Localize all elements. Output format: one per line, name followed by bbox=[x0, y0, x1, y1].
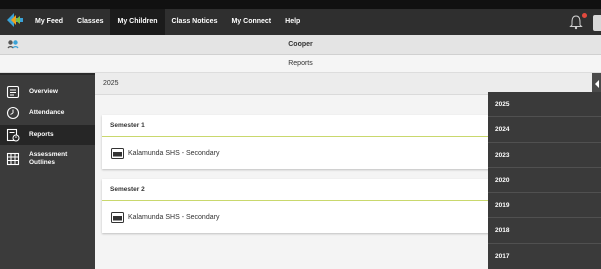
bell-icon[interactable] bbox=[569, 14, 583, 30]
year-option[interactable]: 2019 bbox=[488, 193, 601, 219]
nav-my-feed[interactable]: My Feed bbox=[28, 9, 70, 35]
sidebar-item-attendance[interactable]: Attendance bbox=[0, 103, 95, 123]
selected-year: 2025 bbox=[103, 80, 119, 87]
child-name: Cooper bbox=[288, 41, 313, 48]
reports-icon bbox=[6, 128, 20, 142]
nav-class-notices[interactable]: Class Notices bbox=[165, 9, 225, 35]
child-header: Cooper bbox=[0, 35, 601, 55]
overview-icon bbox=[6, 85, 20, 99]
clock-icon bbox=[6, 106, 20, 120]
nav-my-connect[interactable]: My Connect bbox=[224, 9, 278, 35]
profile-button[interactable] bbox=[593, 15, 601, 31]
school-name: Kalamunda SHS - Secondary bbox=[128, 213, 220, 221]
report-link[interactable]: Kalamunda SHS - Secondary bbox=[102, 201, 494, 233]
year-dropdown: 2025 2024 2023 2020 2019 2018 2017 bbox=[488, 92, 601, 269]
sidebar: Overview Attendance Reports Assessment O… bbox=[0, 73, 95, 269]
sidebar-item-label: Overview bbox=[29, 88, 58, 95]
semester-card: Semester 2 Kalamunda SHS - Secondary bbox=[102, 179, 494, 233]
year-option[interactable]: 2018 bbox=[488, 218, 601, 244]
year-option[interactable]: 2025 bbox=[488, 92, 601, 118]
year-option[interactable]: 2023 bbox=[488, 143, 601, 168]
page-header: Reports bbox=[0, 55, 601, 73]
report-link[interactable]: Kalamunda SHS - Secondary bbox=[102, 137, 494, 169]
semester-title: Semester 2 bbox=[102, 179, 494, 201]
sidebar-item-overview[interactable]: Overview bbox=[0, 81, 95, 103]
top-nav-bar: My Feed Classes My Children Class Notice… bbox=[0, 0, 601, 35]
nav-help[interactable]: Help bbox=[278, 9, 307, 35]
sidebar-item-label: Attendance bbox=[29, 109, 65, 116]
semester-title: Semester 1 bbox=[102, 115, 494, 137]
assessment-icon bbox=[6, 152, 20, 166]
notification-badge bbox=[582, 13, 587, 18]
year-option[interactable]: 2024 bbox=[488, 117, 601, 143]
sidebar-item-reports[interactable]: Reports bbox=[0, 125, 95, 145]
nav-my-children[interactable]: My Children bbox=[110, 9, 165, 35]
pdf-icon bbox=[111, 147, 124, 159]
pdf-icon bbox=[111, 211, 124, 223]
semester-card: Semester 1 Kalamunda SHS - Secondary bbox=[102, 115, 494, 169]
year-option[interactable]: 2020 bbox=[488, 168, 601, 194]
year-option[interactable]: 2017 bbox=[488, 244, 601, 269]
sidebar-item-label: Assessment Outlines bbox=[29, 151, 68, 166]
page-title: Reports bbox=[288, 60, 313, 67]
connect-logo-icon[interactable] bbox=[6, 12, 24, 28]
nav-classes[interactable]: Classes bbox=[70, 9, 110, 35]
school-name: Kalamunda SHS - Secondary bbox=[128, 149, 220, 157]
sidebar-item-label: Reports bbox=[29, 131, 54, 138]
sidebar-item-assessment-outlines[interactable]: Assessment Outlines bbox=[0, 147, 95, 171]
